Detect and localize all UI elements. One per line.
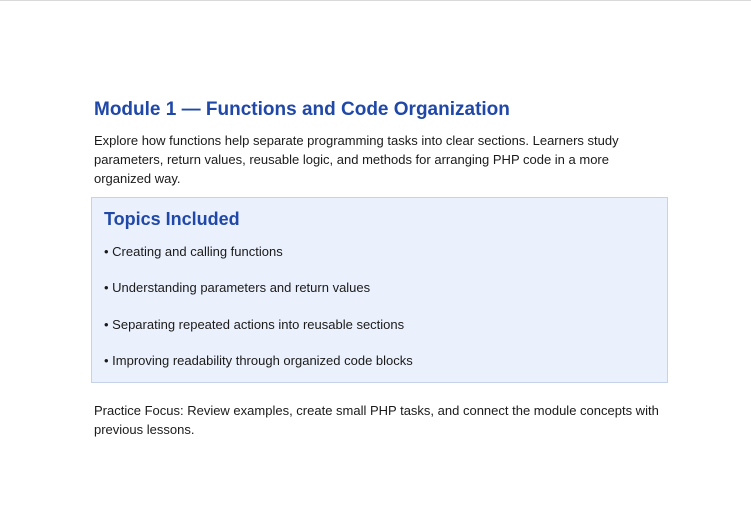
topics-heading: Topics Included bbox=[104, 209, 240, 229]
module-section: Module 1 — Functions and Code Organizati… bbox=[94, 98, 674, 188]
topic-item: • Creating and calling functions bbox=[104, 244, 283, 259]
topic-item: • Separating repeated actions into reusa… bbox=[104, 316, 405, 332]
top-divider bbox=[0, 0, 751, 1]
topic-item: • Understanding parameters and return va… bbox=[104, 280, 371, 296]
topics-box: Topics Included • Creating and calling f… bbox=[91, 197, 668, 383]
practice-focus: Practice Focus: Review examples, create … bbox=[94, 403, 659, 437]
topic-item: • Improving readability through organize… bbox=[104, 352, 413, 368]
topic-list: • Creating and calling functions • Under… bbox=[104, 243, 655, 370]
module-description: Explore how functions help separate prog… bbox=[94, 133, 619, 186]
module-title: Module 1 — Functions and Code Organizati… bbox=[94, 99, 510, 120]
